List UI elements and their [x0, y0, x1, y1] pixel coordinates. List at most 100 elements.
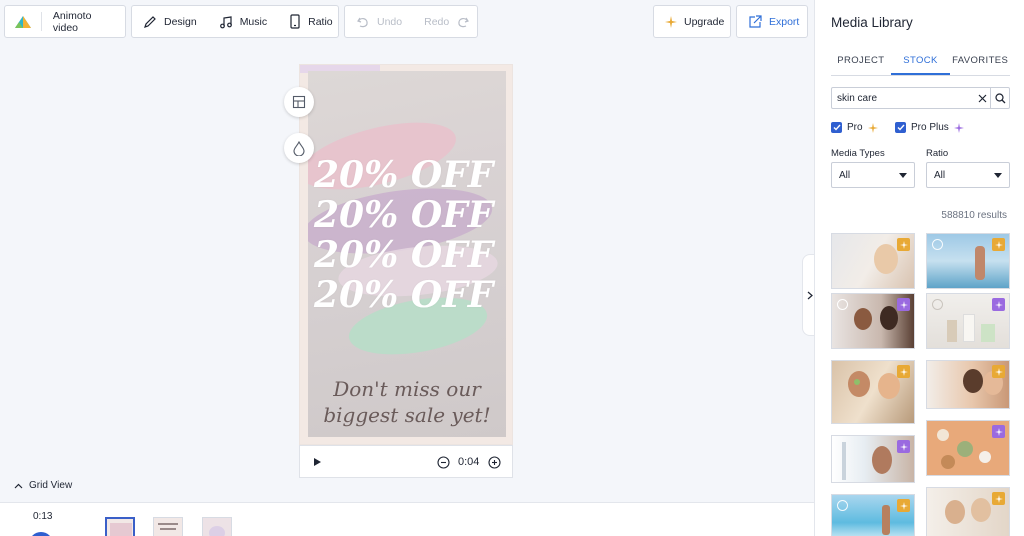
- clear-search-button[interactable]: [974, 94, 990, 103]
- animoto-logo-icon: [15, 15, 31, 28]
- timeline: 0:13: [0, 502, 814, 536]
- close-icon: [978, 94, 986, 102]
- undo-button[interactable]: Undo: [345, 6, 413, 37]
- minus-circle-icon[interactable]: [437, 456, 450, 469]
- tab-stock[interactable]: STOCK: [890, 50, 951, 75]
- tab-project[interactable]: PROJECT: [831, 50, 891, 75]
- pro-sparkle-icon: [867, 122, 878, 133]
- pro-badge-icon: [992, 238, 1005, 251]
- search-input[interactable]: [832, 88, 974, 108]
- video-play-icon: [932, 239, 943, 250]
- export-icon: [749, 14, 762, 28]
- media-tile-8[interactable]: [926, 420, 1010, 476]
- media-tile-7[interactable]: [831, 435, 915, 483]
- caret-down-icon: [899, 172, 907, 178]
- checkbox-checked-icon: [895, 122, 906, 133]
- subline-1[interactable]: Don't miss our: [308, 376, 506, 402]
- upgrade-button[interactable]: Upgrade: [654, 6, 735, 37]
- phone-ratio-icon: [290, 14, 300, 29]
- pro-badge-icon: [897, 238, 910, 251]
- panel-title: Media Library: [831, 15, 913, 30]
- timeline-block-2[interactable]: [153, 517, 183, 536]
- grid-view-toggle[interactable]: Grid View: [14, 480, 72, 491]
- history-toolbar-group: Undo Redo: [344, 5, 478, 38]
- media-library-panel: Media Library PROJECT STOCK FAVORITES Pr…: [814, 0, 1024, 536]
- project-toolbar-group: Animoto video: [4, 5, 126, 38]
- pro-plus-badge-icon: [992, 425, 1005, 438]
- chevron-right-icon: [807, 291, 813, 299]
- undo-icon: [357, 17, 368, 27]
- media-tile-1[interactable]: [831, 233, 915, 289]
- redo-label: Redo: [424, 15, 450, 28]
- library-tabs: PROJECT STOCK FAVORITES: [831, 50, 1010, 76]
- duration-display: 0:04: [458, 456, 480, 468]
- checkbox-checked-icon: [831, 122, 842, 133]
- media-tile-3[interactable]: [831, 293, 915, 349]
- filter-pro-plus-checkbox[interactable]: Pro Plus: [895, 122, 964, 133]
- pro-badge-icon: [992, 365, 1005, 378]
- editor-stage: 20% OFF 20% OFF 20% OFF 20% OFF Don't mi…: [0, 44, 814, 502]
- video-canvas[interactable]: 20% OFF 20% OFF 20% OFF 20% OFF Don't mi…: [299, 64, 513, 445]
- layout-icon: [292, 95, 306, 109]
- media-types-select[interactable]: All: [831, 162, 915, 188]
- pro-badge-icon: [897, 365, 910, 378]
- music-label: Music: [239, 15, 268, 28]
- media-tile-9[interactable]: [831, 494, 915, 536]
- search-box: [831, 87, 1010, 109]
- ratio-label: Ratio: [308, 15, 333, 28]
- redo-button[interactable]: Redo: [413, 6, 481, 37]
- media-tile-2[interactable]: [926, 233, 1010, 289]
- results-count: 588810 results: [941, 210, 1007, 221]
- ratio-select[interactable]: All: [926, 162, 1010, 188]
- plus-circle-icon[interactable]: [488, 456, 501, 469]
- canvas-background-image: 20% OFF 20% OFF 20% OFF 20% OFF Don't mi…: [308, 71, 506, 437]
- redo-icon: [458, 17, 470, 27]
- project-name-button[interactable]: Animoto video: [42, 6, 125, 37]
- timeline-block-1[interactable]: [105, 517, 135, 536]
- app-logo[interactable]: [5, 6, 41, 37]
- music-button[interactable]: Music: [208, 6, 278, 37]
- headline-line-4[interactable]: 20% OFF: [314, 277, 500, 313]
- headline-line-3[interactable]: 20% OFF: [314, 237, 500, 273]
- export-button[interactable]: Export: [737, 6, 810, 37]
- filter-pro-checkbox[interactable]: Pro: [831, 122, 878, 133]
- media-types-label: Media Types: [831, 148, 885, 159]
- preview-player: 0:04: [299, 445, 513, 478]
- pencil-icon: [144, 15, 156, 28]
- video-play-icon: [837, 500, 848, 511]
- media-tile-5[interactable]: [831, 360, 915, 424]
- sparkle-icon: [665, 15, 677, 28]
- pro-plus-badge-icon: [897, 298, 910, 311]
- filter-pro-plus-label: Pro Plus: [911, 122, 949, 133]
- search-icon: [994, 92, 1005, 103]
- grid-view-label: Grid View: [29, 480, 73, 491]
- chevron-up-icon: [14, 483, 23, 488]
- pro-badge-icon: [897, 499, 910, 512]
- caret-down-icon: [994, 172, 1002, 178]
- media-tile-10[interactable]: [926, 487, 1010, 536]
- pro-plus-sparkle-icon: [953, 122, 964, 133]
- layout-tool-button[interactable]: [284, 87, 314, 117]
- ratio-button[interactable]: Ratio: [278, 6, 344, 37]
- video-play-icon: [932, 299, 943, 310]
- upgrade-label: Upgrade: [684, 15, 725, 28]
- pro-plus-badge-icon: [992, 298, 1005, 311]
- design-button[interactable]: Design: [132, 6, 208, 37]
- ratio-value: All: [934, 169, 946, 181]
- media-types-value: All: [839, 169, 851, 181]
- ratio-filter-label: Ratio: [926, 148, 949, 159]
- color-tool-button[interactable]: [284, 133, 314, 163]
- timeline-block-3[interactable]: [202, 517, 232, 536]
- pro-plus-badge-icon: [897, 440, 910, 453]
- headline-line-2[interactable]: 20% OFF: [314, 197, 500, 233]
- headline-line-1[interactable]: 20% OFF: [314, 157, 500, 193]
- play-icon[interactable]: [313, 457, 322, 467]
- tab-favorites[interactable]: FAVORITES: [950, 50, 1010, 75]
- upgrade-group: Upgrade: [653, 5, 731, 38]
- add-block-button[interactable]: [29, 532, 53, 536]
- search-button[interactable]: [990, 88, 1009, 108]
- droplet-icon: [293, 140, 305, 156]
- subline-2[interactable]: biggest sale yet!: [308, 402, 506, 428]
- media-tile-6[interactable]: [926, 360, 1010, 409]
- media-tile-4[interactable]: [926, 293, 1010, 349]
